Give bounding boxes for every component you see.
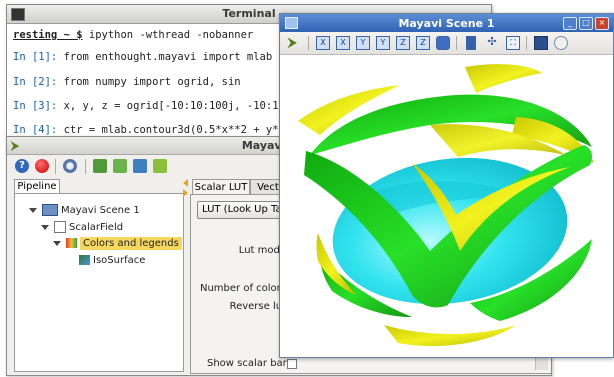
isometric-icon[interactable] bbox=[436, 36, 450, 50]
add-module-icon[interactable] bbox=[133, 159, 147, 173]
view-y-button[interactable]: Y bbox=[356, 36, 370, 50]
tab-scalar-lut[interactable]: Scalar LUT bbox=[192, 179, 250, 195]
maximize-button[interactable]: □ bbox=[579, 17, 593, 30]
tree-item-label: ScalarField bbox=[69, 222, 124, 233]
reverse-lut-label: Reverse lut bbox=[229, 301, 286, 312]
configure-icon[interactable] bbox=[554, 36, 568, 50]
pipeline-icon[interactable]: ⮞ bbox=[288, 35, 297, 50]
ipython-prompt: In [3]: bbox=[13, 100, 58, 112]
toolbar-separator bbox=[526, 36, 527, 50]
ipython-prompt: In [2]: bbox=[13, 76, 58, 88]
ipython-code: from enthought.mayavi import mlab bbox=[57, 51, 273, 63]
ipython-code: x, y, z = ogrid[-10:10:100j, -10:10:100 bbox=[57, 100, 311, 112]
toolbar-separator bbox=[85, 159, 86, 174]
record-icon[interactable] bbox=[35, 159, 49, 173]
tree-item-colors-and-legends[interactable]: Colors and legends bbox=[53, 237, 182, 250]
toolbar-separator bbox=[55, 159, 56, 174]
scene-titlebar[interactable]: Mayavi Scene 1 _ □ × bbox=[280, 14, 613, 32]
tree-item-scene[interactable]: Mayavi Scene 1 bbox=[29, 204, 140, 216]
help-icon[interactable]: ? bbox=[15, 159, 29, 173]
scene-toolbar: ⮞ X X Y Y Z Z ✣ ⛶ bbox=[280, 32, 613, 55]
shell-prompt: resting ~ $ bbox=[13, 29, 83, 41]
tree-item-label: Colors and legends bbox=[80, 237, 182, 250]
add-module-manager-icon[interactable] bbox=[153, 159, 167, 173]
shell-command: ipython -wthread -nobanner bbox=[82, 29, 254, 41]
isosurface-sheet bbox=[384, 325, 516, 347]
expand-arrow-icon[interactable] bbox=[29, 207, 37, 213]
terminal-line: In [4]: ctr = mlab.contour3d(0.5*x**2 + … bbox=[13, 124, 304, 136]
expand-arrow-icon[interactable] bbox=[41, 224, 49, 230]
pipeline-tree: Mayavi Scene 1 ScalarField Colors and le… bbox=[14, 193, 184, 372]
expand-arrow-icon[interactable] bbox=[53, 240, 61, 246]
isosurface-icon bbox=[79, 255, 90, 265]
axes-icon[interactable]: ✣ bbox=[486, 36, 498, 48]
terminal-line: In [1]: from enthought.mayavi import mla… bbox=[13, 51, 272, 63]
terminal-prompt-line: resting ~ $ ipython -wthread -nobanner bbox=[13, 29, 253, 41]
tab-pipeline[interactable]: Pipeline bbox=[14, 179, 60, 194]
source-icon bbox=[54, 221, 66, 233]
fullscreen-icon[interactable]: ⛶ bbox=[506, 36, 520, 50]
terminal-line: In [2]: from numpy import ogrid, sin bbox=[13, 76, 241, 88]
ipython-code: from numpy import ogrid, sin bbox=[57, 76, 241, 88]
view-minus-y-button[interactable]: Y bbox=[376, 36, 390, 50]
tree-item-label: IsoSurface bbox=[93, 255, 146, 266]
add-data-icon[interactable] bbox=[93, 159, 107, 173]
mayavi-scene-window[interactable]: Mayavi Scene 1 _ □ × ⮞ X X Y Y Z Z ✣ ⛶ bbox=[279, 13, 614, 358]
minimize-button[interactable]: _ bbox=[563, 17, 577, 30]
parallel-projection-icon[interactable] bbox=[466, 36, 476, 50]
view-z-button[interactable]: Z bbox=[396, 36, 410, 50]
toolbar-separator bbox=[308, 36, 309, 50]
save-icon[interactable] bbox=[534, 36, 548, 50]
view-minus-z-button[interactable]: Z bbox=[416, 36, 430, 50]
tree-item-scalarfield[interactable]: ScalarField bbox=[41, 221, 123, 233]
number-of-colors-label: Number of colors bbox=[199, 283, 286, 294]
ipython-code: ctr = mlab.contour3d(0.5*x**2 + y**2 + bbox=[57, 124, 304, 136]
lut-mode-label: Lut mode bbox=[238, 245, 286, 256]
show-scalar-bar-label: Show scalar bar: bbox=[207, 358, 290, 369]
tree-item-label: Mayavi Scene 1 bbox=[61, 205, 140, 216]
isosurface-render bbox=[298, 64, 594, 347]
collapse-right-icon[interactable] bbox=[183, 189, 188, 197]
ipython-prompt: In [4]: bbox=[13, 124, 58, 136]
ipython-prompt: In [1]: bbox=[13, 51, 58, 63]
scene-render-canvas[interactable] bbox=[280, 55, 613, 357]
toolbar-separator bbox=[456, 36, 457, 50]
settings-icon[interactable] bbox=[63, 159, 77, 173]
tree-item-isosurface[interactable]: IsoSurface bbox=[79, 255, 145, 266]
terminal-line: In [3]: x, y, z = ogrid[-10:10:100j, -10… bbox=[13, 100, 310, 112]
add-filter-icon[interactable] bbox=[113, 159, 127, 173]
view-x-button[interactable]: X bbox=[316, 36, 330, 50]
module-manager-icon bbox=[66, 238, 77, 248]
close-button[interactable]: × bbox=[595, 17, 609, 30]
collapse-left-icon[interactable] bbox=[183, 179, 188, 187]
scene-icon bbox=[42, 204, 58, 216]
view-minus-x-button[interactable]: X bbox=[336, 36, 350, 50]
isosurface-sheet bbox=[465, 64, 542, 93]
show-scalar-bar-checkbox[interactable] bbox=[287, 359, 297, 369]
